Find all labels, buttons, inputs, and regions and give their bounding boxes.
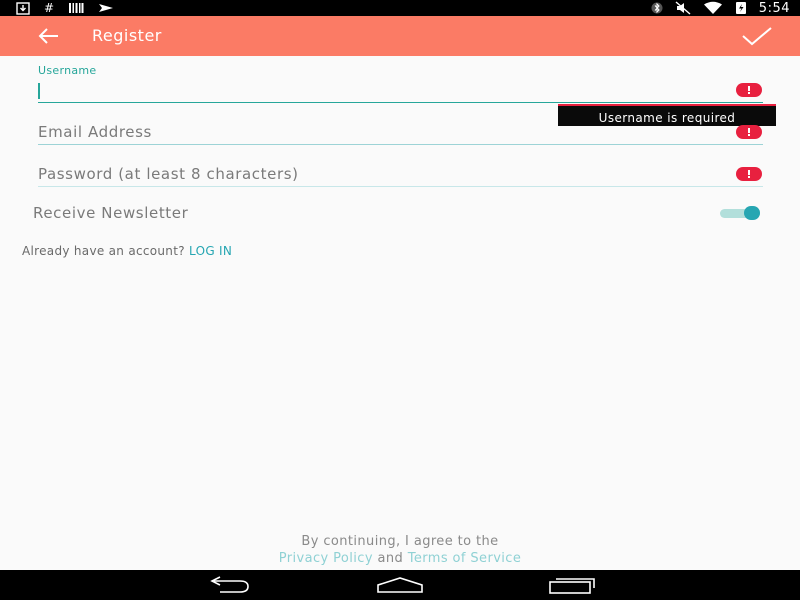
nav-back-icon[interactable] (206, 576, 252, 594)
username-field[interactable]: Username (38, 64, 763, 104)
terms-line1: By continuing, I agree to the (301, 534, 499, 549)
password-underline (38, 186, 763, 187)
toggle-thumb (744, 206, 760, 220)
newsletter-label: Receive Newsletter (33, 204, 189, 222)
login-row: Already have an account? LOG IN (22, 244, 232, 258)
email-placeholder: Email Address (38, 123, 152, 141)
page-title: Register (92, 26, 162, 45)
password-field[interactable]: Password (at least 8 characters) (38, 162, 763, 188)
nav-home-icon[interactable] (376, 576, 424, 594)
email-underline (38, 144, 763, 145)
email-field[interactable]: Email Address (38, 120, 763, 146)
status-right-icons: 5:54 (651, 0, 790, 16)
password-placeholder: Password (at least 8 characters) (38, 165, 299, 183)
barcode-icon (69, 3, 84, 13)
login-prompt: Already have an account? (22, 244, 185, 258)
send-icon (99, 4, 114, 12)
battery-icon (735, 2, 746, 14)
app-bar: Register (0, 16, 800, 56)
password-error-icon[interactable] (736, 167, 762, 181)
clock-time: 5:54 (758, 0, 790, 16)
privacy-policy-link[interactable]: Privacy Policy (279, 551, 373, 566)
terms-text: By continuing, I agree to the Privacy Po… (0, 533, 800, 567)
newsletter-toggle[interactable] (720, 206, 764, 220)
terms-line2: Privacy Policy and Terms of Service (0, 550, 800, 567)
username-error-icon[interactable] (736, 83, 762, 97)
status-bar: # 5:54 (0, 0, 800, 16)
check-icon[interactable] (740, 25, 774, 47)
username-label: Username (38, 64, 97, 77)
navigation-bar (0, 570, 800, 600)
arrow-back-icon[interactable] (36, 25, 60, 47)
download-icon (16, 1, 30, 15)
nav-recents-icon[interactable] (548, 576, 596, 594)
wifi-icon (703, 1, 722, 14)
login-link[interactable]: LOG IN (189, 244, 232, 258)
mute-icon (675, 1, 691, 15)
status-left-icons: # (16, 1, 114, 15)
bluetooth-icon (651, 2, 663, 14)
email-error-icon[interactable] (736, 125, 762, 139)
username-underline (38, 102, 763, 103)
terms-of-service-link[interactable]: Terms of Service (408, 551, 522, 566)
text-cursor (38, 83, 40, 99)
hashtag-icon: # (44, 1, 55, 15)
terms-and: and (377, 551, 404, 566)
